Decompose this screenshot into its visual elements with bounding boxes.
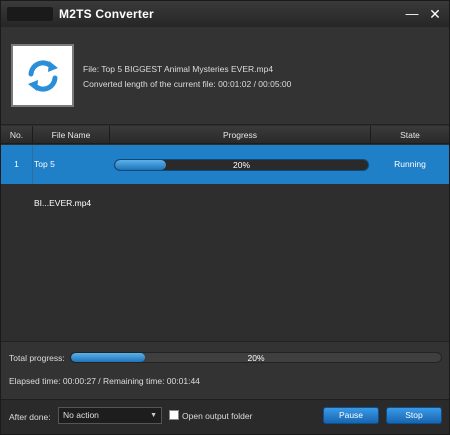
row-progress-text: 20%: [232, 160, 250, 170]
stop-button[interactable]: Stop: [386, 407, 442, 424]
window-title: M2TS Converter: [59, 7, 154, 21]
converted-length: Converted length of the current file: 00…: [83, 79, 292, 89]
row-progress-bar: 20%: [114, 159, 369, 171]
row-number: 1: [1, 145, 33, 184]
open-output-folder-label[interactable]: Open output folder: [182, 411, 252, 421]
row-file-name: Top 5 BI...EVER.mp4: [34, 159, 92, 208]
elapsed-remaining-time: Elapsed time: 00:00:27 / Remaining time:…: [9, 376, 200, 386]
open-output-folder-checkbox[interactable]: [169, 410, 179, 420]
chevron-down-icon[interactable]: ▼: [150, 408, 157, 423]
conversion-thumbnail: [11, 44, 74, 107]
after-done-select[interactable]: No action ▼: [58, 407, 162, 424]
minimize-icon[interactable]: —: [403, 5, 421, 23]
column-header-state[interactable]: State: [371, 126, 449, 144]
table-header: No. File Name Progress State: [1, 126, 449, 144]
column-header-progress[interactable]: Progress: [110, 126, 371, 144]
total-progress-panel: Total progress: 20% Elapsed time: 00:00:…: [1, 341, 449, 399]
total-progress-bar: 20%: [70, 352, 442, 363]
converter-window: M2TS Converter — ✕ File: Top 5 BIGGEST A…: [0, 0, 450, 435]
conversion-table: No. File Name Progress State 1 Top 5 BI.…: [1, 126, 449, 341]
pause-button[interactable]: Pause: [323, 407, 379, 424]
total-progress-label: Total progress:: [9, 353, 65, 363]
column-header-no[interactable]: No.: [1, 126, 33, 144]
title-bar[interactable]: M2TS Converter — ✕: [1, 1, 449, 27]
after-done-label: After done:: [9, 412, 51, 422]
current-file-name: File: Top 5 BIGGEST Animal Mysteries EVE…: [83, 64, 274, 74]
app-logo: [7, 7, 53, 21]
table-row[interactable]: 1 Top 5 BI...EVER.mp4 20% Running: [1, 145, 449, 208]
after-done-value: No action: [63, 410, 99, 420]
row-state: Running: [394, 159, 426, 169]
current-file-info: File: Top 5 BIGGEST Animal Mysteries EVE…: [1, 27, 449, 125]
close-icon[interactable]: ✕: [426, 5, 444, 23]
refresh-icon: [28, 60, 58, 92]
footer-bar: After done: No action ▼ Open output fold…: [1, 399, 449, 434]
column-header-file-name[interactable]: File Name: [33, 126, 110, 144]
total-progress-text: 20%: [247, 353, 265, 363]
